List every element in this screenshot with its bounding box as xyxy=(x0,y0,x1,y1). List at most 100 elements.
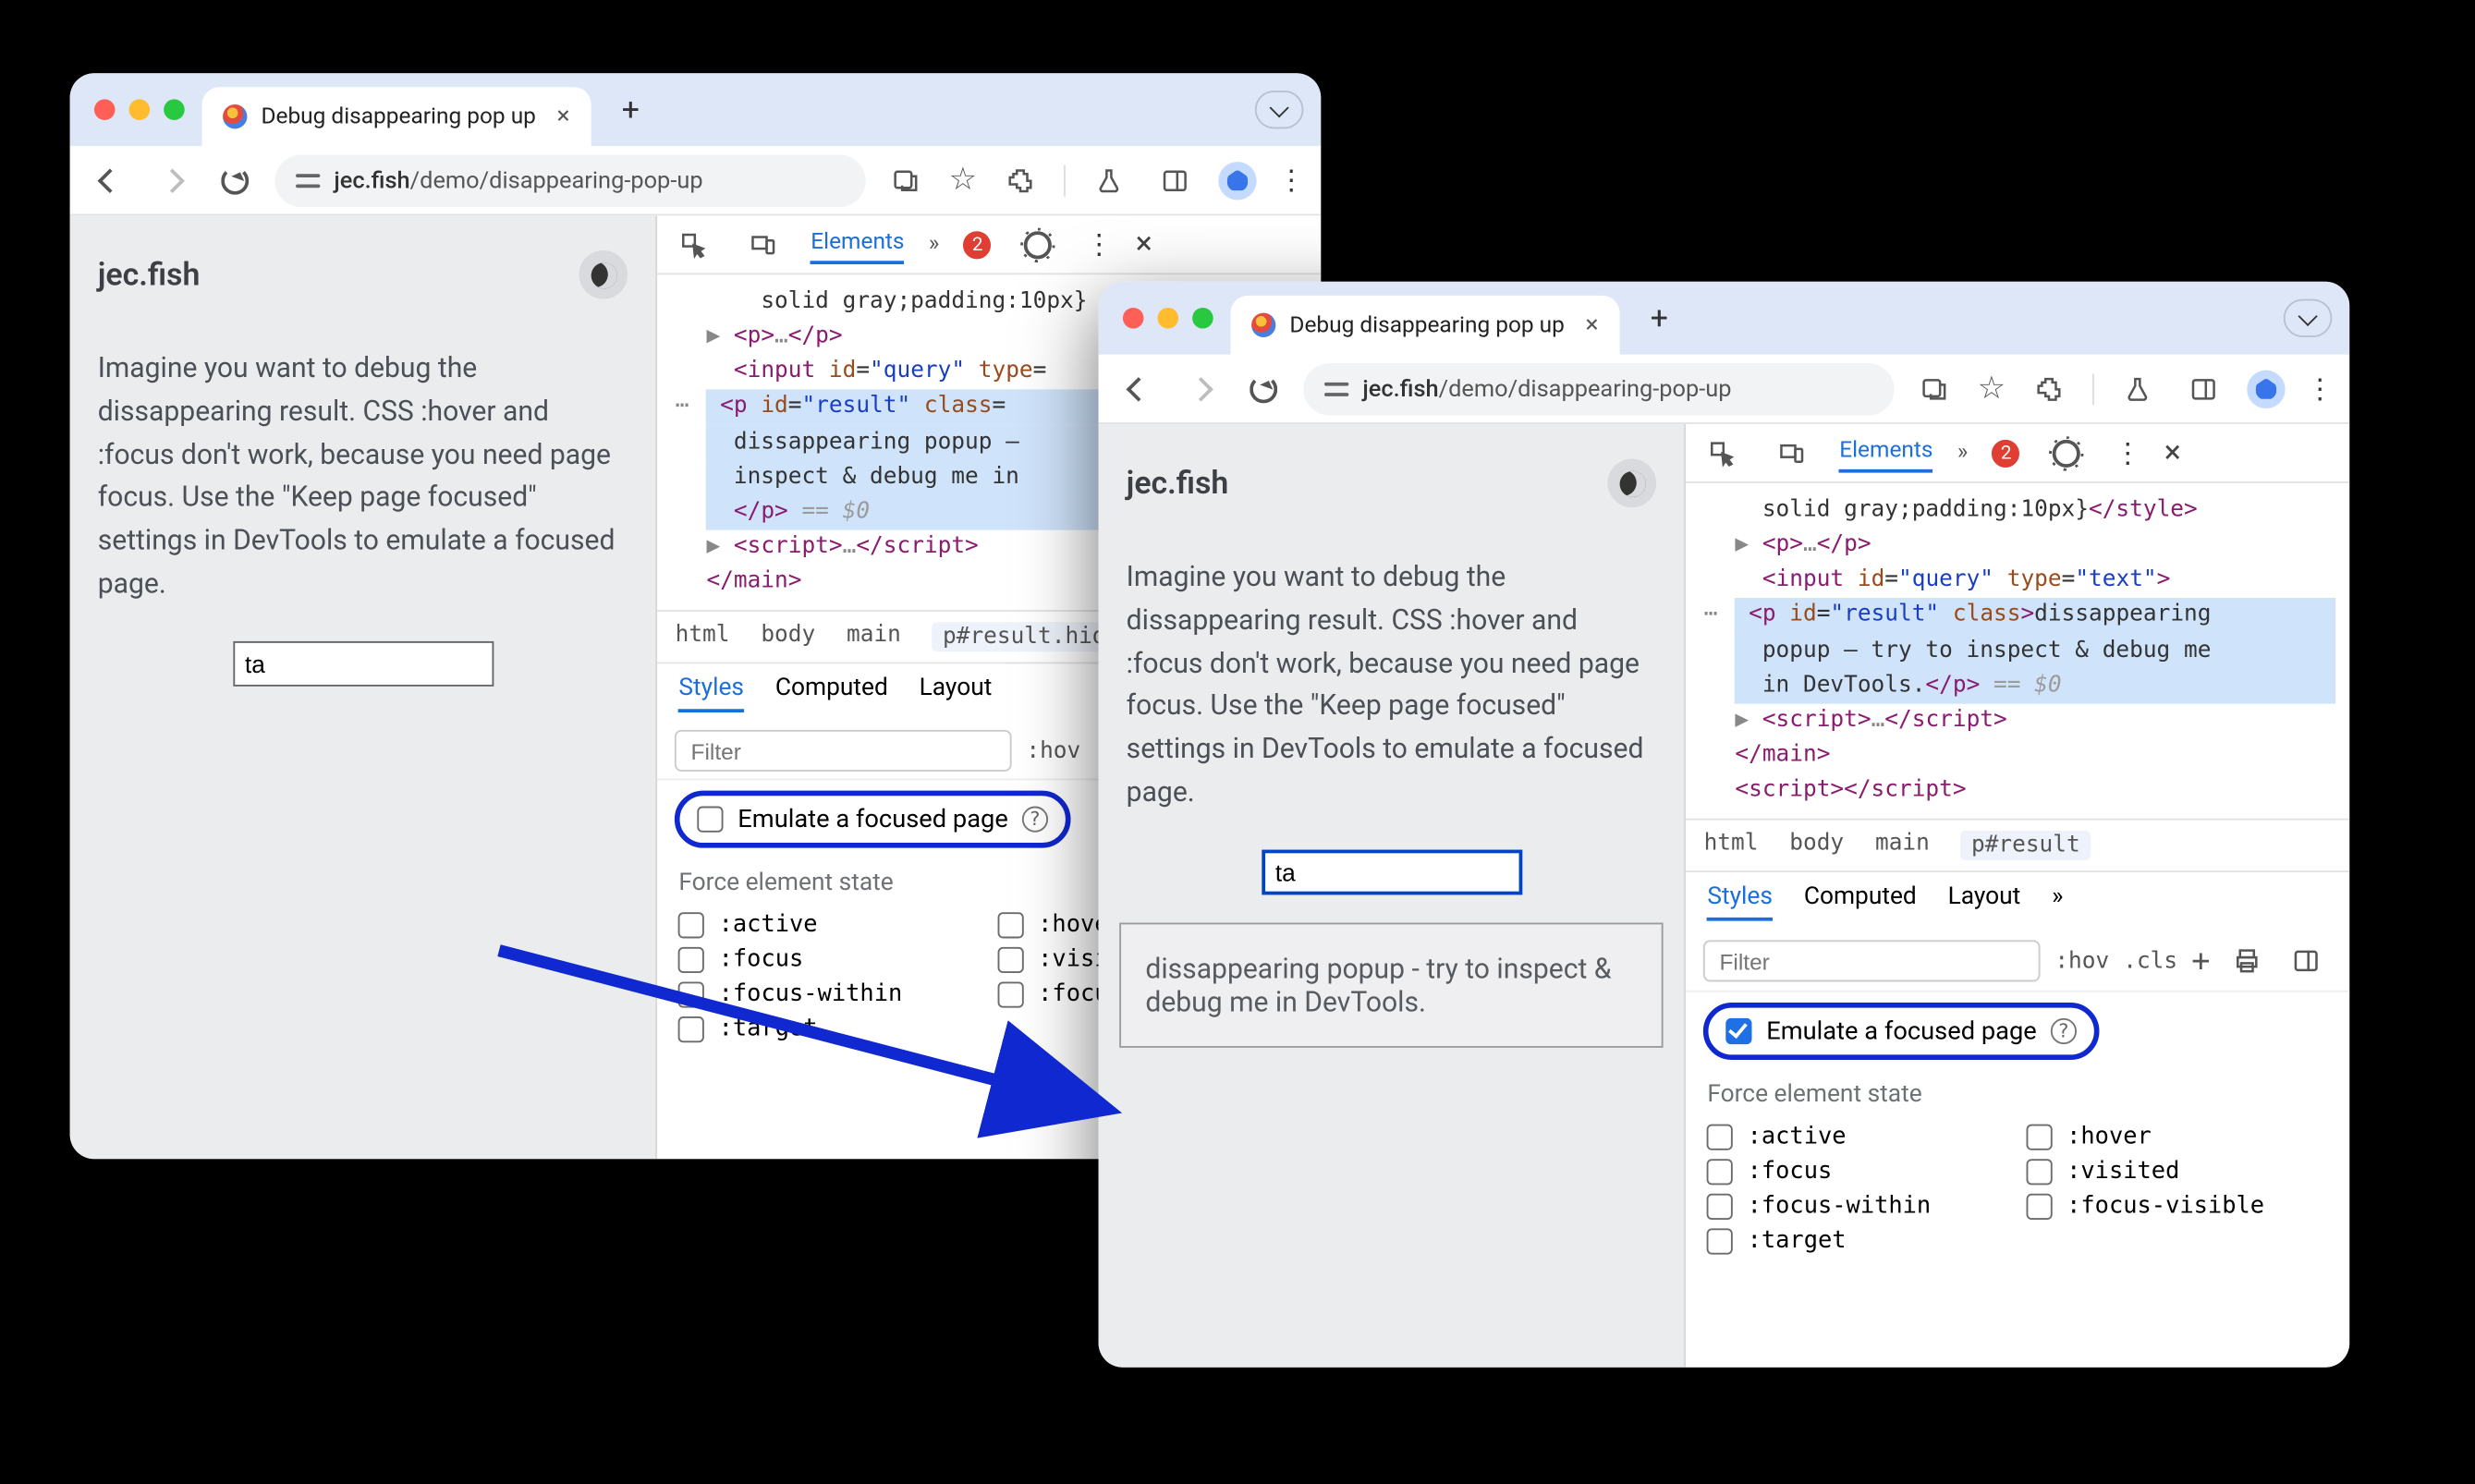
maximize-window-icon[interactable] xyxy=(164,99,185,120)
state-focus-within[interactable]: :focus-within xyxy=(678,980,981,1008)
close-window-icon[interactable] xyxy=(94,99,116,120)
tab-more[interactable]: » xyxy=(929,231,939,257)
tab-layout[interactable]: Layout xyxy=(920,675,993,712)
inspect-icon[interactable] xyxy=(1701,431,1746,476)
state-focus-visible[interactable]: :focus-visible xyxy=(2027,1192,2329,1220)
close-tab-icon[interactable]: × xyxy=(1585,311,1598,339)
state-hover[interactable]: :hover xyxy=(2027,1123,2329,1150)
panels-icon[interactable] xyxy=(2283,939,2328,984)
crumb-main[interactable]: main xyxy=(1875,831,1930,860)
back-button[interactable] xyxy=(1116,366,1161,411)
crumb-html[interactable]: html xyxy=(1704,831,1759,860)
cls-toggle[interactable]: .cls xyxy=(2123,948,2177,974)
site-settings-icon[interactable] xyxy=(296,170,320,191)
address-bar[interactable]: jec.fish/demo/disappearing-pop-up xyxy=(274,154,865,206)
crumb-html[interactable]: html xyxy=(676,623,730,652)
device-icon[interactable] xyxy=(1770,431,1815,476)
window-controls[interactable] xyxy=(94,99,185,120)
window-controls[interactable] xyxy=(1123,308,1213,329)
browser-tab[interactable]: Debug disappearing pop up × xyxy=(1230,296,1619,355)
new-tab-button[interactable]: + xyxy=(1637,296,1682,341)
address-bar[interactable]: jec.fish/demo/disappearing-pop-up xyxy=(1303,362,1894,414)
tab-styles[interactable]: Styles xyxy=(678,675,744,712)
close-window-icon[interactable] xyxy=(1123,308,1144,329)
device-icon[interactable] xyxy=(741,222,786,267)
install-app-icon[interactable] xyxy=(1911,366,1957,411)
close-tab-icon[interactable]: × xyxy=(556,103,569,130)
crumb-result[interactable]: p#result xyxy=(1961,831,2091,860)
tab-more[interactable]: » xyxy=(1957,440,1968,466)
minimize-window-icon[interactable] xyxy=(129,99,151,120)
tab-layout[interactable]: Layout xyxy=(1948,883,2021,921)
query-input[interactable] xyxy=(1262,849,1522,894)
state-active[interactable]: :active xyxy=(678,911,981,939)
minimize-window-icon[interactable] xyxy=(1158,308,1179,329)
state-visited[interactable]: :visited xyxy=(2027,1158,2329,1186)
help-icon[interactable]: ? xyxy=(2051,1018,2077,1044)
emulate-checkbox[interactable] xyxy=(1726,1018,1752,1044)
tab-elements[interactable]: Elements xyxy=(1839,438,1932,473)
install-app-icon[interactable] xyxy=(883,157,928,202)
theme-toggle[interactable] xyxy=(579,250,628,299)
crumb-body[interactable]: body xyxy=(761,623,815,652)
inspect-icon[interactable] xyxy=(672,222,717,267)
new-tab-button[interactable]: + xyxy=(608,87,653,132)
extensions-icon[interactable] xyxy=(998,157,1043,202)
devtools-menu[interactable]: ⋮ xyxy=(2114,436,2140,469)
labs-icon[interactable] xyxy=(1086,157,1131,202)
back-button[interactable] xyxy=(87,157,132,202)
settings-icon[interactable] xyxy=(1016,222,1061,267)
emulate-focused-page-option[interactable]: Emulate a focused page ? xyxy=(676,791,1071,848)
devtools-close-icon[interactable]: × xyxy=(2164,434,2181,470)
labs-icon[interactable] xyxy=(2115,366,2160,411)
tab-computed[interactable]: Computed xyxy=(775,675,888,712)
hov-toggle[interactable]: :hov xyxy=(1026,738,1080,764)
crumb-body[interactable]: body xyxy=(1789,831,1844,860)
print-icon[interactable] xyxy=(2225,939,2270,984)
browser-tab[interactable]: Debug disappearing pop up × xyxy=(202,87,591,146)
extensions-icon[interactable] xyxy=(2027,366,2072,411)
error-badge[interactable]: 2 xyxy=(1993,439,2020,467)
browser-menu-button[interactable]: ⋮ xyxy=(1277,164,1303,197)
query-input[interactable] xyxy=(233,641,494,687)
styles-filter-input[interactable] xyxy=(676,730,1013,772)
state-focus[interactable]: :focus xyxy=(678,945,981,973)
state-focus-within[interactable]: :focus-within xyxy=(1707,1192,2009,1220)
emulate-focused-page-option[interactable]: Emulate a focused page ? xyxy=(1704,1003,2100,1060)
state-target[interactable]: :target xyxy=(1707,1227,2009,1255)
tab-elements[interactable]: Elements xyxy=(811,229,904,264)
tab-styles-more[interactable]: » xyxy=(2052,883,2063,921)
reload-button[interactable] xyxy=(213,157,258,202)
bookmark-icon[interactable]: ☆ xyxy=(949,162,977,198)
tab-styles[interactable]: Styles xyxy=(1707,883,1773,921)
profile-avatar[interactable] xyxy=(1218,161,1256,199)
crumb-main[interactable]: main xyxy=(847,623,901,652)
new-rule-icon[interactable]: + xyxy=(2191,943,2210,979)
styles-filter-input[interactable] xyxy=(1704,941,2042,982)
browser-menu-button[interactable]: ⋮ xyxy=(2306,372,2332,406)
devtools-menu[interactable]: ⋮ xyxy=(1085,228,1111,262)
settings-icon[interactable] xyxy=(2044,431,2090,476)
tab-computed[interactable]: Computed xyxy=(1804,883,1917,921)
bookmark-icon[interactable]: ☆ xyxy=(1978,371,2006,407)
panels-icon[interactable] xyxy=(1152,157,1198,202)
dom-tree[interactable]: solid gray;padding:10px}</style> ▶ <p>…<… xyxy=(1687,483,2349,819)
panels-icon[interactable] xyxy=(2181,366,2226,411)
state-active[interactable]: :active xyxy=(1707,1123,2009,1150)
state-focus[interactable]: :focus xyxy=(1707,1158,2009,1186)
site-settings-icon[interactable] xyxy=(1324,378,1348,399)
emulate-checkbox[interactable] xyxy=(698,807,724,833)
profile-avatar[interactable] xyxy=(2247,370,2285,407)
hov-toggle[interactable]: :hov xyxy=(2054,948,2109,974)
devtools-close-icon[interactable]: × xyxy=(1136,226,1152,262)
reload-button[interactable] xyxy=(1241,366,1286,411)
help-icon[interactable]: ? xyxy=(1022,807,1048,833)
breadcrumb[interactable]: html body main p#result xyxy=(1687,819,2349,870)
maximize-window-icon[interactable] xyxy=(1192,308,1213,329)
state-target[interactable]: :target xyxy=(678,1016,981,1043)
theme-toggle[interactable] xyxy=(1608,459,1657,508)
tabs-dropdown-button[interactable] xyxy=(2284,299,2333,337)
tabs-dropdown-button[interactable] xyxy=(1255,91,1304,128)
error-badge[interactable]: 2 xyxy=(964,230,992,258)
crumb-result[interactable]: p#result.hid xyxy=(933,623,1116,652)
